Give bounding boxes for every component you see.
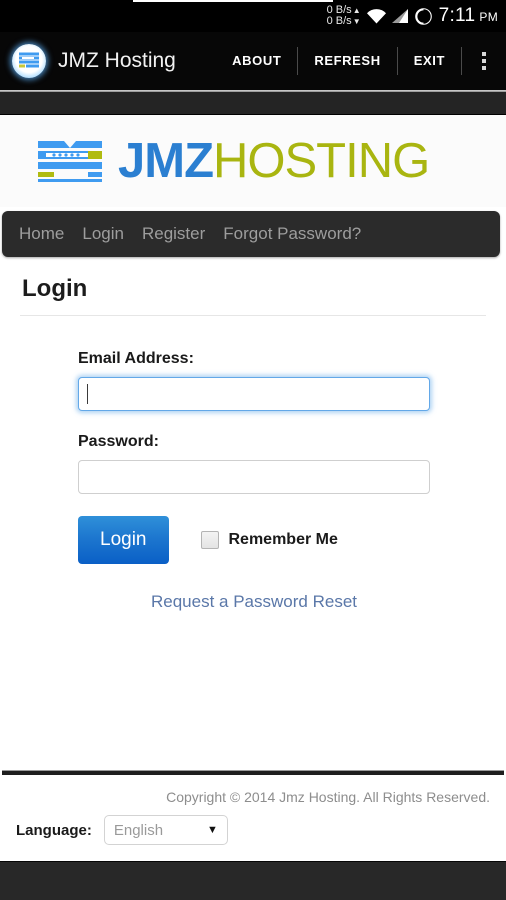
webview-content: JMZHOSTING Home Login Register Forgot Pa… <box>0 115 506 861</box>
text-caret <box>87 384 88 404</box>
webview-top-strip <box>0 92 506 115</box>
password-reset-link[interactable]: Request a Password Reset <box>78 592 430 612</box>
language-label: Language: <box>16 821 92 839</box>
loading-spinner-icon <box>414 7 432 25</box>
site-nav-wrapper: Home Login Register Forgot Password? <box>0 207 506 257</box>
title-divider <box>20 315 486 316</box>
site-nav: Home Login Register Forgot Password? <box>2 211 500 257</box>
page-content: Login Email Address: Password: Login Rem… <box>0 257 506 770</box>
language-selected-value: English <box>113 821 164 839</box>
nav-item-forgot-password[interactable]: Forgot Password? <box>214 224 370 244</box>
exit-button[interactable]: EXIT <box>398 43 461 79</box>
jmz-server-bars-icon <box>38 141 102 182</box>
site-logo-text: JMZHOSTING <box>118 133 430 188</box>
overflow-menu-icon[interactable] <box>462 39 506 83</box>
clock-ampm: PM <box>479 10 498 24</box>
about-button[interactable]: ABOUT <box>216 43 297 79</box>
email-label: Email Address: <box>78 350 194 367</box>
login-form: Email Address: Password: Login Remember … <box>20 350 486 612</box>
network-speed-indicator: 0 B/s ▲ 0 B/s ▼ <box>327 5 361 27</box>
download-arrow-icon: ▼ <box>352 17 361 26</box>
remember-me-label: Remember Me <box>228 531 338 548</box>
jmz-app-icon <box>12 44 46 78</box>
chevron-down-icon: ▼ <box>206 824 218 836</box>
password-label: Password: <box>78 433 159 450</box>
language-select[interactable]: English ▼ <box>103 815 228 845</box>
remember-me-group[interactable]: Remember Me <box>200 531 338 549</box>
status-bar: 0 B/s ▲ 0 B/s ▼ 7:11 PM <box>0 0 506 32</box>
system-navigation-bar <box>0 861 506 900</box>
language-row: Language: English ▼ <box>16 815 490 845</box>
password-field[interactable] <box>78 460 430 494</box>
site-footer: Copyright © 2014 Jmz Hosting. All Rights… <box>0 775 506 861</box>
network-download-speed: 0 B/s <box>326 15 352 27</box>
jmz-server-bars-icon <box>19 52 39 68</box>
form-actions: Login Remember Me <box>78 516 430 564</box>
remember-me-checkbox[interactable] <box>200 531 219 549</box>
notification-strip <box>133 0 333 2</box>
device-screen: 0 B/s ▲ 0 B/s ▼ 7:11 PM JMZ Hosting ABOU… <box>0 0 506 900</box>
upload-arrow-icon: ▲ <box>352 6 361 15</box>
wifi-icon <box>366 9 386 24</box>
nav-item-home[interactable]: Home <box>10 224 73 244</box>
nav-item-login[interactable]: Login <box>73 224 133 244</box>
copyright-text: Copyright © 2014 Jmz Hosting. All Rights… <box>166 789 490 805</box>
site-header: JMZHOSTING <box>0 115 506 207</box>
page-title: Login <box>22 275 88 302</box>
status-clock: 7:11 PM <box>439 5 498 27</box>
app-action-bar: JMZ Hosting ABOUT REFRESH EXIT <box>0 32 506 90</box>
email-field[interactable] <box>78 377 430 411</box>
signal-icon <box>391 9 408 23</box>
clock-time: 7:11 <box>438 5 476 26</box>
nav-item-register[interactable]: Register <box>133 224 214 244</box>
logo-primary-text: JMZ <box>118 133 214 188</box>
app-title: JMZ Hosting <box>58 49 176 72</box>
refresh-button[interactable]: REFRESH <box>298 43 396 79</box>
login-button[interactable]: Login <box>78 516 169 564</box>
logo-secondary-text: HOSTING <box>213 133 430 188</box>
